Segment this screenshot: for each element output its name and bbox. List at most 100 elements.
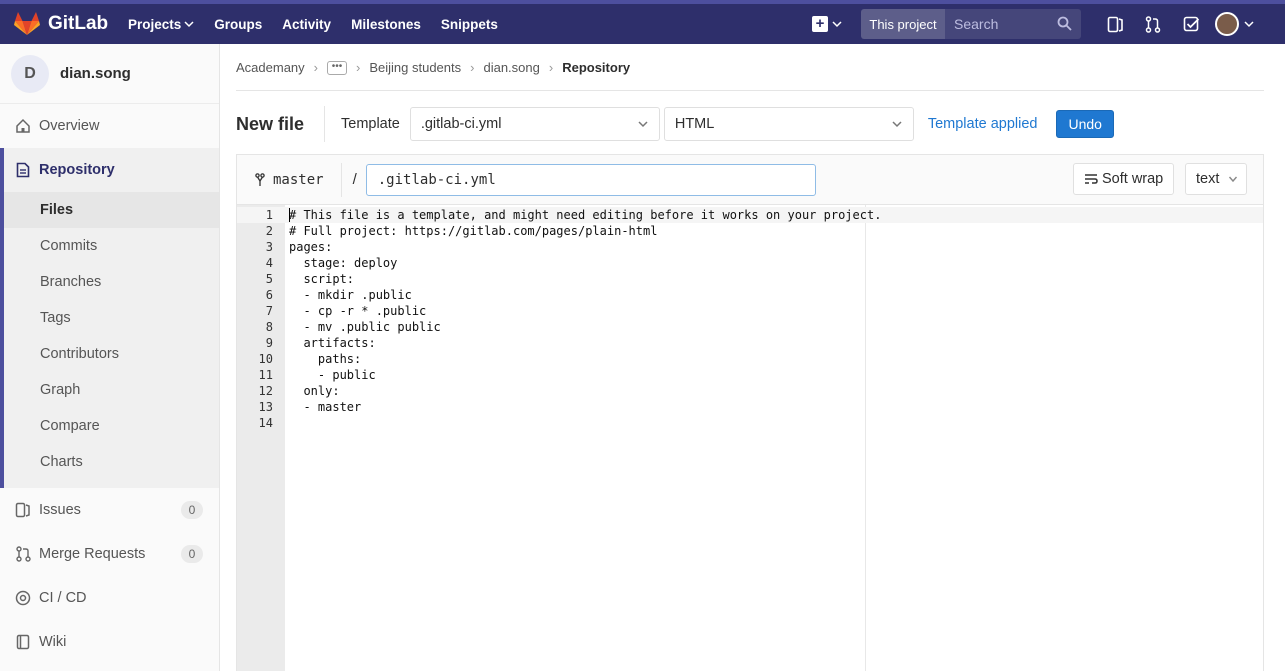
- nav-link-label: Projects: [128, 16, 182, 32]
- sidebar-item-repository[interactable]: Repository: [0, 148, 219, 192]
- sidebar-subitem-contributors[interactable]: Contributors: [4, 336, 219, 372]
- search-icon: [1057, 16, 1072, 31]
- template-dropdown[interactable]: HTML: [663, 107, 914, 141]
- sidebar-item-issues[interactable]: Issues 0: [0, 488, 219, 532]
- nav-activity[interactable]: Activity: [282, 17, 331, 32]
- line-number: 4: [265, 256, 273, 270]
- line-number: 3: [265, 240, 273, 254]
- search-box[interactable]: This project Search: [861, 9, 1081, 39]
- issues-nav-button[interactable]: [1096, 16, 1134, 33]
- sidebar-subitem-charts[interactable]: Charts: [4, 444, 219, 480]
- code-line: 13 - master: [237, 399, 1263, 415]
- chevron-right-icon: ›: [356, 60, 361, 75]
- sidebar-item-ci-cd[interactable]: CI / CD: [0, 576, 219, 620]
- todos-nav-button[interactable]: [1172, 16, 1210, 33]
- breadcrumb-divider: [236, 90, 1264, 91]
- sidebar-item-label: CI / CD: [39, 590, 87, 606]
- user-menu-dropdown[interactable]: [1210, 12, 1258, 36]
- merge-requests-count-badge: 0: [181, 545, 203, 563]
- chevron-down-icon: [892, 121, 902, 128]
- chevron-right-icon: ›: [313, 60, 318, 75]
- chevron-right-icon: ›: [470, 60, 475, 75]
- line-number: 7: [265, 304, 273, 318]
- line-number: 11: [258, 368, 273, 382]
- breadcrumb-current[interactable]: Repository: [562, 60, 630, 75]
- file-header: New file Template .gitlab-ci.yml HTML Te…: [236, 106, 1114, 142]
- sidebar-item-wiki[interactable]: Wiki: [0, 620, 219, 664]
- dropdown-value: .gitlab-ci.yml: [420, 116, 502, 132]
- main-content: Academany › ••• › Beijing students › dia…: [220, 44, 1285, 671]
- sidebar-item-label: Overview: [39, 118, 100, 134]
- template-type-dropdown[interactable]: .gitlab-ci.yml: [409, 107, 660, 141]
- line-text: paths:: [289, 352, 362, 366]
- line-text: - public: [289, 368, 376, 382]
- sidebar-item-label: Merge Requests: [39, 546, 146, 562]
- undo-button[interactable]: Undo: [1056, 110, 1114, 138]
- file-mode-dropdown[interactable]: text: [1185, 163, 1247, 195]
- sidebar-item-label: Wiki: [39, 634, 67, 650]
- breadcrumb-link[interactable]: dian.song: [483, 60, 539, 75]
- sidebar-subitem-tags[interactable]: Tags: [4, 300, 219, 336]
- line-text: # This file is a template, and might nee…: [289, 208, 882, 222]
- soft-wrap-button[interactable]: Soft wrap: [1073, 163, 1175, 195]
- chevron-down-icon: [1243, 21, 1254, 28]
- soft-wrap-label: Soft wrap: [1102, 171, 1164, 187]
- gitlab-logo-icon: [14, 12, 40, 35]
- nav-snippets[interactable]: Snippets: [441, 17, 498, 32]
- search-input[interactable]: Search: [945, 9, 1081, 39]
- line-text: stage: deploy: [289, 256, 398, 270]
- sidebar-subitem-commits[interactable]: Commits: [4, 228, 219, 264]
- text-cursor: [289, 208, 290, 222]
- breadcrumb-link[interactable]: Academany: [236, 60, 305, 75]
- search-scope-badge[interactable]: This project: [861, 9, 945, 39]
- breadcrumb-link[interactable]: Beijing students: [369, 60, 461, 75]
- merge-requests-nav-button[interactable]: [1134, 15, 1172, 33]
- nav-groups[interactable]: Groups: [214, 17, 262, 32]
- code-line: 5 script:: [237, 271, 1263, 287]
- code-line: 2 # Full project: https://gitlab.com/page…: [237, 223, 1263, 239]
- line-number: 10: [258, 352, 273, 366]
- nav-projects-dropdown[interactable]: Projects: [128, 17, 194, 32]
- new-item-dropdown[interactable]: +: [812, 10, 848, 38]
- project-name: dian.song: [60, 65, 131, 82]
- sidebar-subitem-files[interactable]: Files: [4, 192, 219, 228]
- soft-wrap-icon: [1085, 174, 1098, 184]
- code-editor[interactable]: 1 # This file is a template, and might ne…: [237, 205, 1263, 671]
- line-text: # Full project: https://gitlab.com/pages…: [289, 224, 658, 238]
- sidebar-subitem-branches[interactable]: Branches: [4, 264, 219, 300]
- code-line: 1 # This file is a template, and might ne…: [237, 207, 1263, 223]
- issues-count-badge: 0: [181, 501, 203, 519]
- gitlab-home-link[interactable]: GitLab: [14, 12, 114, 36]
- template-applied-text: Template applied: [927, 116, 1038, 132]
- user-avatar: [1214, 12, 1239, 36]
- file-editor: master / .gitlab-ci.yml Soft wrap text 1…: [236, 154, 1264, 671]
- nav-milestones[interactable]: Milestones: [351, 17, 421, 32]
- code-line: 3 pages:: [237, 239, 1263, 255]
- code-line: 11 - public: [237, 367, 1263, 383]
- line-text: - mkdir .public: [289, 288, 412, 302]
- book-icon: [15, 634, 31, 650]
- line-number: 8: [265, 320, 273, 334]
- todo-check-icon: [1183, 16, 1199, 31]
- sidebar-item-overview[interactable]: Overview: [0, 104, 219, 148]
- document-icon: [15, 162, 31, 178]
- chevron-down-icon: [184, 21, 194, 28]
- code-line: 10 paths:: [237, 351, 1263, 367]
- line-text: - mv .public public: [289, 320, 441, 334]
- sidebar-subitem-compare[interactable]: Compare: [4, 408, 219, 444]
- plus-icon: +: [812, 16, 828, 32]
- file-name-input[interactable]: .gitlab-ci.yml: [365, 163, 816, 196]
- branch-indicator: master: [255, 172, 324, 188]
- line-number: 14: [258, 416, 273, 430]
- breadcrumb-ellipsis-button[interactable]: •••: [327, 60, 347, 75]
- chevron-down-icon: [1228, 176, 1238, 183]
- brand-name: GitLab: [48, 13, 109, 34]
- project-avatar: D: [11, 54, 49, 93]
- code-line: 8 - mv .public public: [237, 319, 1263, 335]
- sidebar-project-header[interactable]: D dian.song: [0, 44, 219, 104]
- project-sidebar: D dian.song Overview Repository Files Co…: [0, 44, 220, 671]
- sidebar-item-merge-requests[interactable]: Merge Requests 0: [0, 532, 219, 576]
- sidebar-subitem-graph[interactable]: Graph: [4, 372, 219, 408]
- code-line: 12 only:: [237, 383, 1263, 399]
- line-number: 6: [265, 288, 273, 302]
